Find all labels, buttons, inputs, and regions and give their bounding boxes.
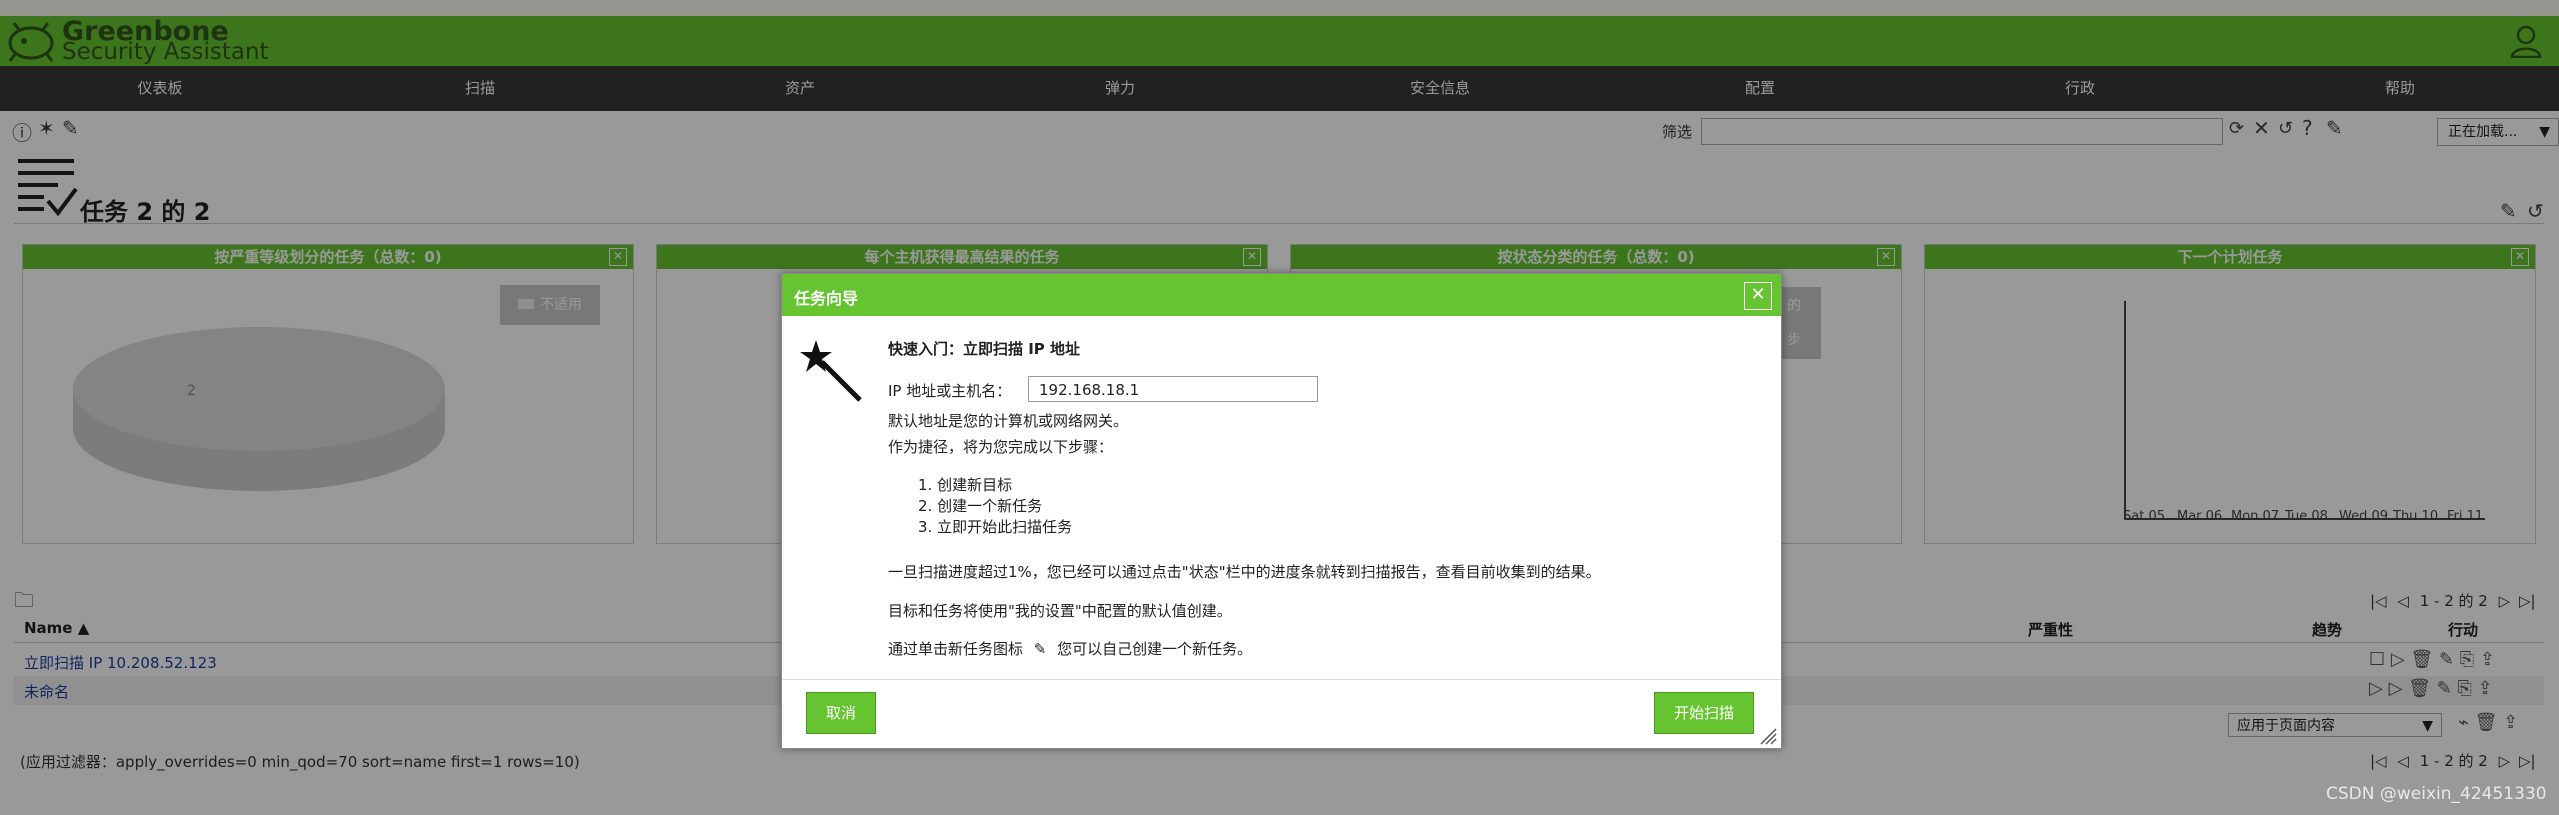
dialog-heading: 快速入门：立即扫描 IP 地址 [888, 340, 1081, 358]
step-item: 2. 创建一个新任务 [918, 497, 1043, 515]
dialog-footer-divider [782, 679, 1781, 680]
task-wizard-dialog: 任务向导 ✕ 快速入门：立即扫描 IP 地址 IP 地址或主机名： 192.16… [781, 273, 1782, 749]
shortcut-note: 作为捷径，将为您完成以下步骤： [888, 438, 1114, 456]
cancel-button[interactable]: 取消 [806, 692, 876, 734]
watermark: CSDN @weixin_42451330 [2326, 784, 2547, 804]
ip-address-input[interactable]: 192.168.18.1 [1028, 376, 1318, 402]
step-item: 3. 立即开始此扫描任务 [918, 518, 1073, 536]
step-item: 1. 创建新目标 [918, 476, 1013, 494]
close-icon[interactable]: ✕ [1744, 282, 1772, 310]
settings-note: 目标和任务将使用"我的设置"中配置的默认值创建。 [888, 602, 1232, 620]
dialog-header: 任务向导 ✕ [782, 274, 1781, 316]
default-note: 默认地址是您的计算机或网络网关。 [888, 412, 1129, 430]
progress-note: 一旦扫描进度超过1%，您已经可以通过点击"状态"栏中的进度条就转到扫描报告，查看… [888, 563, 1601, 581]
resize-handle-icon[interactable] [1757, 725, 1777, 745]
new-task-icon: ✎ [1033, 640, 1047, 658]
start-scan-button[interactable]: 开始扫描 [1654, 692, 1754, 734]
magic-wand-icon [798, 338, 864, 404]
ip-label: IP 地址或主机名： [888, 382, 1012, 400]
manual-note: 通过单击新任务图标 ✎ 您可以自己创建一个新任务。 [888, 640, 1253, 658]
dialog-title: 任务向导 [794, 289, 859, 308]
